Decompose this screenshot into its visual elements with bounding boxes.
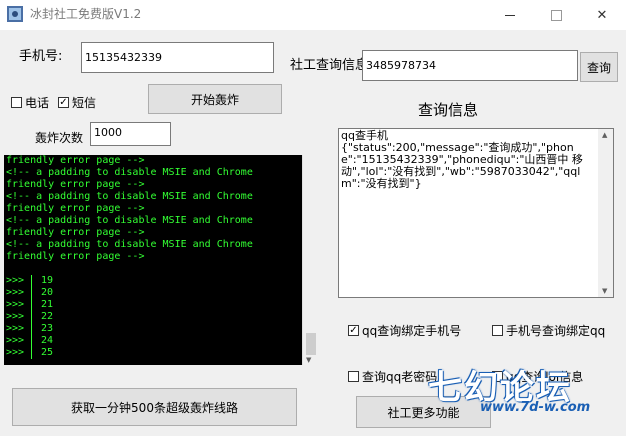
- console-line: friendly error page -->: [6, 179, 145, 190]
- console-counter-row: >>> 22: [4, 311, 53, 323]
- call-checkbox[interactable]: 电话: [11, 94, 49, 111]
- console-line: friendly error page -->: [6, 203, 145, 214]
- scroll-down-icon[interactable]: ▼: [306, 356, 311, 364]
- console-line: friendly error page -->: [6, 251, 145, 262]
- console-prompt: >>>: [4, 347, 32, 359]
- console-line: friendly error page -->: [6, 227, 145, 238]
- social-query-label: 社工查询信息: [290, 58, 369, 73]
- info-content: qq查手机 {"status":200,"message":"查询成功","ph…: [341, 129, 583, 190]
- sms-checkbox-label: 短信: [72, 96, 97, 110]
- qq-bind-phone-label: qq查询绑定手机号: [362, 324, 462, 338]
- console-output: friendly error page --> <!-- a padding to…: [4, 155, 302, 365]
- qq-old-password-box: [348, 371, 359, 382]
- phone-bind-qq-checkbox[interactable]: 手机号查询绑定qq: [492, 322, 605, 339]
- phone-input[interactable]: 15135432339: [81, 42, 274, 73]
- minimize-icon: [505, 14, 515, 16]
- start-bomb-button[interactable]: 开始轰炸: [148, 84, 282, 114]
- close-button[interactable]: ✕: [579, 0, 625, 30]
- count-label: 轰炸次数: [35, 131, 84, 145]
- close-icon: ✕: [596, 7, 608, 23]
- console-line: friendly error page -->: [6, 155, 145, 166]
- console-prompt: >>>: [4, 287, 32, 299]
- sms-checkbox[interactable]: ✓ 短信: [58, 94, 96, 111]
- maximize-button[interactable]: [533, 0, 579, 30]
- minimize-button[interactable]: [487, 0, 533, 30]
- scroll-down-icon[interactable]: ▼: [602, 287, 607, 295]
- console-counter-row: >>> 24: [4, 335, 53, 347]
- console-counter-value: 21: [41, 299, 54, 310]
- console-line: <!-- a padding to disable MSIE and Chrom…: [6, 215, 253, 226]
- console-counter-value: 25: [41, 347, 54, 358]
- console-lines: friendly error page --> <!-- a padding to…: [6, 155, 253, 263]
- console-counter-row: >>> 19: [4, 275, 53, 287]
- info-scrollbar[interactable]: ▲ ▼: [598, 129, 613, 297]
- sms-checkbox-box: ✓: [58, 96, 69, 108]
- console-counter-row: >>> 25: [4, 347, 53, 359]
- console-line: <!-- a padding to disable MSIE and Chrom…: [6, 191, 253, 202]
- console-prompt: >>>: [4, 323, 32, 335]
- info-heading: 查询信息: [418, 101, 479, 119]
- console-scrollbar-thumb[interactable]: [306, 333, 316, 355]
- console-counter-row: >>> 21: [4, 299, 53, 311]
- get-bomb-lines-button[interactable]: 获取一分钟500条超级轰炸线路: [12, 388, 297, 426]
- call-checkbox-label: 电话: [25, 96, 50, 110]
- console-prompt: >>>: [4, 299, 32, 311]
- console-counter-value: 22: [41, 311, 54, 322]
- app-icon: [7, 6, 23, 22]
- phone-bind-qq-box: [492, 325, 503, 336]
- social-query-input[interactable]: 3485978734: [362, 50, 578, 81]
- console-counter-value: 23: [41, 323, 54, 334]
- window-title: 冰封社工免费版V1.2: [30, 7, 142, 21]
- qq-bind-phone-checkbox[interactable]: ✓ qq查询绑定手机号: [348, 322, 461, 339]
- console-scrollbar[interactable]: ▼: [302, 155, 319, 365]
- console-counter: >>> 19 >>> 20 >>> 21 >>> 22 >>> 23 >>> 24 >>> 25: [4, 275, 53, 359]
- console-counter-value: 24: [41, 335, 54, 346]
- info-textarea[interactable]: qq查手机 {"status":200,"message":"查询成功","ph…: [338, 128, 614, 298]
- qq-bind-phone-box: ✓: [348, 324, 359, 336]
- watermark-logo: 七幻论坛 www.7d-w.com: [420, 360, 620, 430]
- phone-bind-qq-label: 手机号查询绑定qq: [506, 324, 606, 338]
- console-line: <!-- a padding to disable MSIE and Chrom…: [6, 239, 253, 250]
- maximize-icon: [550, 9, 562, 21]
- console-prompt: >>>: [4, 335, 32, 347]
- console-counter-value: 20: [41, 287, 54, 298]
- scroll-up-icon[interactable]: ▲: [602, 131, 607, 139]
- query-button[interactable]: 查询: [580, 52, 618, 82]
- console-prompt: >>>: [4, 311, 32, 323]
- phone-label: 手机号:: [19, 49, 63, 64]
- console-counter-row: >>> 20: [4, 287, 53, 299]
- watermark-url: www.7d-w.com: [480, 400, 591, 415]
- console-prompt: >>>: [4, 275, 32, 287]
- count-input[interactable]: 1000: [90, 122, 171, 146]
- console-counter-value: 19: [41, 275, 54, 286]
- console-counter-row: >>> 23: [4, 323, 53, 335]
- console-line: <!-- a padding to disable MSIE and Chrom…: [6, 167, 253, 178]
- call-checkbox-box: [11, 97, 22, 108]
